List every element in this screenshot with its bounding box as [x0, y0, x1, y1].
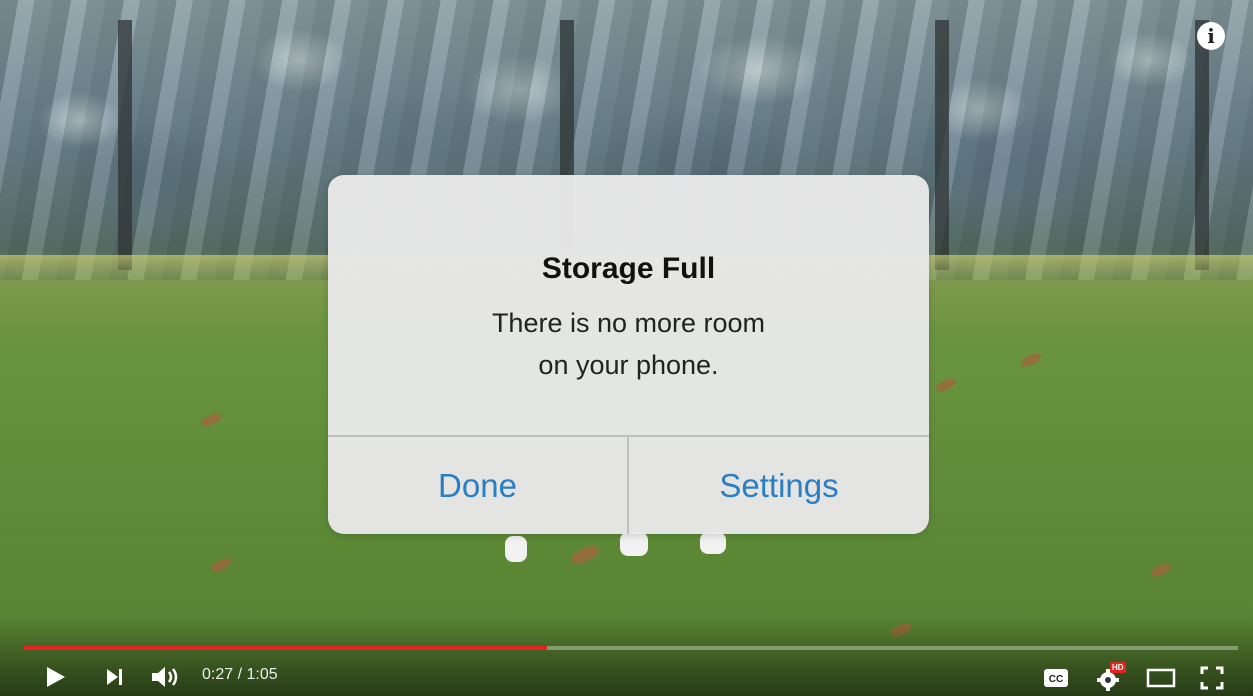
play-icon: [47, 667, 65, 687]
volume-icon: [152, 667, 178, 687]
captions-button[interactable]: CC: [1043, 668, 1069, 693]
time-display: 0:27 / 1:05: [202, 666, 278, 684]
fallen-leaf: [1148, 561, 1174, 579]
info-icon[interactable]: i: [1197, 22, 1225, 50]
dialog-title: Storage Full: [541, 252, 716, 285]
theater-mode-button[interactable]: [1146, 668, 1176, 693]
fullscreen-button[interactable]: [1200, 666, 1224, 695]
done-button[interactable]: Done: [328, 437, 627, 534]
next-icon: [107, 669, 122, 685]
fallen-leaf: [933, 376, 959, 394]
fallen-leaf: [1018, 351, 1044, 369]
svg-text:CC: CC: [1049, 674, 1063, 685]
fallen-leaf: [198, 411, 224, 429]
time-total: 1:05: [246, 666, 278, 683]
time-separator: /: [233, 666, 247, 683]
theater-mode-icon: [1146, 668, 1176, 688]
fullscreen-icon: [1200, 666, 1224, 690]
alert-dialog: Storage Full There is no more room on yo…: [328, 175, 929, 534]
settings-gear-button[interactable]: HD: [1096, 662, 1130, 696]
tree-trunk: [935, 20, 949, 270]
time-current: 0:27: [202, 666, 234, 683]
captions-icon: CC: [1044, 669, 1068, 687]
fallen-leaf: [568, 543, 602, 567]
settings-button[interactable]: Settings: [629, 437, 929, 534]
dog-paw: [505, 536, 527, 562]
hd-badge: HD: [1110, 662, 1126, 673]
progress-played: [24, 646, 548, 650]
video-player[interactable]: i Storage Full There is no more room on …: [0, 0, 1253, 696]
play-button[interactable]: [44, 665, 68, 694]
dialog-message: There is no more room on your phone.: [491, 308, 766, 380]
tree-trunk: [118, 20, 132, 270]
progress-bar[interactable]: [24, 646, 1238, 650]
dog-paw: [700, 532, 726, 554]
next-button[interactable]: [104, 666, 126, 693]
dog-paw: [620, 532, 648, 556]
fallen-leaf: [208, 556, 234, 574]
volume-button[interactable]: [150, 665, 180, 694]
tree-trunk: [1195, 20, 1209, 270]
